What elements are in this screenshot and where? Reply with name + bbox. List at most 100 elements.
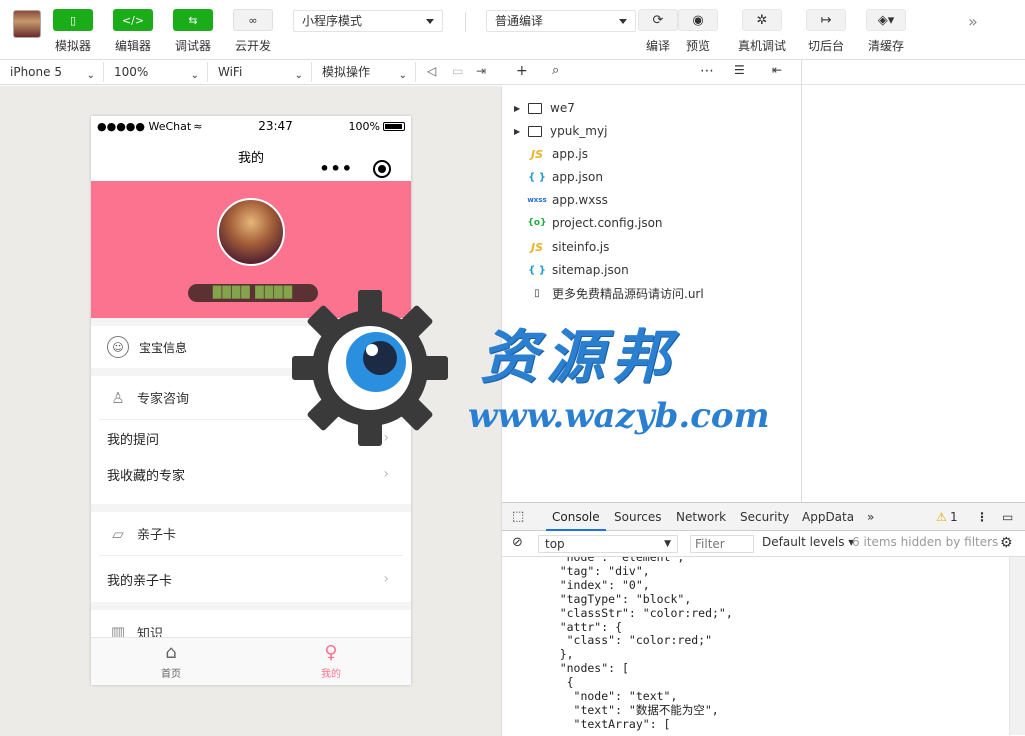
file-name: app.wxss	[552, 193, 608, 207]
hidden-items-text: 6 items hidden by filters	[852, 535, 999, 549]
tab-appdata[interactable]: AppData	[802, 503, 854, 531]
family-card-section: ▱ 亲子卡 我的亲子卡 ›	[91, 512, 411, 602]
editor-tabbar	[802, 60, 1025, 85]
compile-button[interactable]: ⟳	[638, 9, 678, 31]
log-levels-select[interactable]: Default levels ▾	[762, 535, 854, 549]
debugger-label: 调试器	[174, 39, 211, 53]
tab-sources[interactable]: Sources	[614, 503, 661, 531]
more-tabs-icon[interactable]: »	[867, 503, 874, 531]
tab-bar: ⌂ 首页 ♀ 我的	[91, 637, 411, 685]
mode-select-value: 小程序模式	[302, 14, 363, 28]
exit-arrow-icon: ↦	[820, 12, 832, 28]
background-button[interactable]: ↦	[806, 9, 846, 31]
file-name: sitemap.json	[552, 263, 629, 277]
tree-folder-we7[interactable]: ▶ we7	[502, 97, 802, 119]
top-toolbar: ▯ 模拟器 </> 编辑器 ⇆ 调试器 ∞ 云开发 小程序模式 普通编译 ⟳ 编…	[0, 0, 1025, 60]
editor-label: 编辑器	[114, 39, 151, 53]
refresh-icon: ⟳	[652, 12, 664, 28]
home-icon: ⌂	[165, 642, 177, 663]
config-file-icon: {o}	[527, 218, 547, 228]
family-card-title: 亲子卡	[137, 528, 177, 543]
cloud-link-icon: ∞	[248, 13, 258, 27]
tab-mine[interactable]: ♀ 我的	[251, 638, 411, 685]
compile-mode-select[interactable]: 普通编译	[486, 10, 636, 32]
caret-down-icon	[619, 19, 627, 24]
volume-icon[interactable]: ◁	[427, 64, 436, 78]
close-target-icon[interactable]	[373, 159, 391, 178]
simulator-subbar: iPhone 5 ⌄ 100% ⌄ WiFi ⌄ 模拟操作 ⌄ ◁ ▭ ⇥	[0, 60, 502, 85]
debugger-toggle-button[interactable]: ⇆	[173, 9, 213, 31]
caret-right-icon: ▶	[514, 126, 521, 136]
editor-toggle-button[interactable]: </>	[113, 9, 153, 31]
tree-file[interactable]: wxss app.wxss	[502, 189, 802, 211]
console-scrollbar[interactable]	[1009, 557, 1025, 735]
collapse-icon[interactable]: ☰	[734, 63, 745, 77]
file-name: app.js	[552, 147, 588, 161]
wxss-file-icon: wxss	[527, 196, 547, 204]
status-time: 23:47	[258, 119, 293, 133]
my-family-card-row[interactable]: 我的亲子卡 ›	[91, 556, 411, 602]
chevron-down-icon: ⌄	[86, 70, 95, 81]
tree-file[interactable]: JS siteinfo.js	[502, 236, 802, 258]
editor-panel	[802, 60, 1025, 502]
clear-console-icon[interactable]: ⊘	[512, 535, 523, 550]
my-questions-row[interactable]: 我的提问 ›	[91, 420, 411, 456]
user-icon: ♀	[324, 642, 338, 663]
warning-icon[interactable]: ⚠	[936, 503, 947, 531]
tree-file[interactable]: { } app.json	[502, 166, 802, 188]
dock-icon[interactable]: ▭	[1002, 503, 1013, 531]
filter-input[interactable]: Filter	[690, 535, 754, 553]
cloud-dev-button[interactable]: ∞	[233, 9, 273, 31]
folder-icon	[528, 102, 542, 114]
device-select[interactable]: iPhone 5 ⌄	[0, 62, 104, 82]
log-levels-value: Default levels	[762, 535, 845, 549]
tree-file[interactable]: { } sitemap.json	[502, 259, 802, 281]
project-avatar[interactable]	[13, 10, 41, 38]
preview-button[interactable]: ◉	[678, 9, 718, 31]
tab-network[interactable]: Network	[676, 503, 726, 531]
tree-file[interactable]: JS app.js	[502, 143, 802, 165]
split-icon[interactable]: ⇤	[772, 63, 782, 77]
detach-icon[interactable]: ⇥	[476, 64, 486, 78]
tree-file[interactable]: {o} project.config.json	[502, 212, 802, 234]
settings-gear-icon[interactable]: ⚙	[1000, 535, 1013, 551]
real-device-debug-button[interactable]: ✲	[742, 9, 782, 31]
add-icon[interactable]: +	[516, 63, 528, 79]
tab-home[interactable]: ⌂ 首页	[91, 638, 251, 685]
file-name: project.config.json	[552, 216, 663, 230]
clear-cache-button[interactable]: ◈▾	[866, 9, 906, 31]
tab-security[interactable]: Security	[740, 503, 789, 531]
simulate-op-select[interactable]: 模拟操作 ⌄	[312, 62, 416, 82]
context-select[interactable]: top ▼	[538, 535, 678, 553]
phone-icon: ▯	[69, 13, 77, 27]
file-name: app.json	[552, 170, 603, 184]
window-icon[interactable]: ▭	[452, 64, 463, 78]
inspect-icon[interactable]: ⬚	[512, 503, 524, 531]
code-icon: </>	[121, 13, 145, 27]
baby-info-section: ☺ 宝宝信息	[91, 326, 411, 368]
family-card-header: ▱ 亲子卡	[99, 512, 403, 556]
zoom-select[interactable]: 100% ⌄	[104, 62, 208, 82]
tree-file[interactable]: ▯ 更多免费精品源码请访问.url	[502, 282, 802, 304]
kebab-menu-icon[interactable]: ⋮	[976, 503, 988, 531]
console-output: "node": "element", "tag": "div", "index"…	[502, 557, 1025, 735]
file-name: 更多免费精品源码请访问.url	[552, 286, 704, 301]
document-file-icon: ▯	[534, 287, 540, 299]
folder-icon	[528, 125, 542, 137]
network-select[interactable]: WiFi ⌄	[208, 62, 312, 82]
nav-bar: 我的 •••	[91, 136, 411, 181]
fav-experts-row[interactable]: 我收藏的专家 ›	[91, 456, 411, 492]
more-chevron-icon[interactable]: »	[968, 12, 978, 31]
more-icon[interactable]: ⋯	[700, 63, 714, 79]
fav-experts-label: 我收藏的专家	[107, 468, 186, 484]
baby-info-row[interactable]: ☺ 宝宝信息	[91, 326, 411, 368]
simulator-toggle-button[interactable]: ▯	[53, 9, 93, 31]
user-avatar[interactable]	[217, 198, 285, 266]
mode-select[interactable]: 小程序模式	[293, 10, 443, 32]
zoom-select-value: 100%	[114, 65, 149, 79]
real-device-debug-label: 真机调试	[737, 39, 786, 53]
tree-folder-ypuk[interactable]: ▶ ypuk_myj	[502, 120, 802, 142]
tab-console[interactable]: Console	[546, 503, 606, 531]
warning-count: 1	[950, 510, 958, 524]
search-icon[interactable]: ⌕	[552, 63, 559, 78]
